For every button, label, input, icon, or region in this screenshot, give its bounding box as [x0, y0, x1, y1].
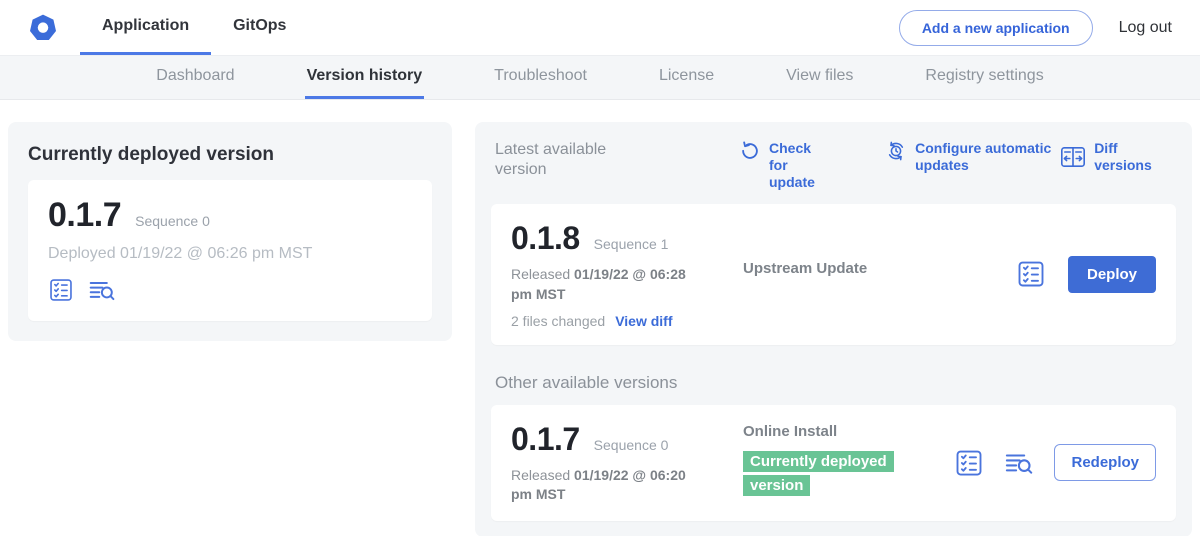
files-changed-label: 2 files changed: [511, 313, 605, 329]
subnav-item-registry-settings[interactable]: Registry settings: [923, 56, 1045, 99]
available-versions-panel: Latest available version Check for updat…: [475, 122, 1192, 536]
diff-versions-link[interactable]: Diff versions: [1060, 140, 1172, 174]
schedule-update-icon: [885, 140, 907, 162]
latest-sequence-label: Sequence 1: [594, 236, 669, 252]
tab-gitops[interactable]: GitOps: [211, 0, 308, 55]
config-checklist-icon[interactable]: [954, 448, 984, 478]
currently-deployed-badge: Currently deployed version: [743, 451, 894, 496]
config-checklist-icon[interactable]: [1016, 259, 1046, 289]
config-checklist-icon[interactable]: [48, 277, 74, 303]
subnav-item-dashboard[interactable]: Dashboard: [154, 56, 236, 99]
redeploy-button[interactable]: Redeploy: [1054, 444, 1156, 481]
view-diff-link[interactable]: View diff: [615, 313, 672, 329]
latest-available-title: Latest available version: [491, 140, 623, 180]
latest-released-timestamp: Released 01/19/22 @ 06:28 pm MST: [511, 265, 693, 304]
currently-deployed-panel: Currently deployed version 0.1.7 Sequenc…: [8, 122, 452, 341]
other-versions-title: Other available versions: [495, 373, 1176, 393]
currently-deployed-title: Currently deployed version: [28, 144, 432, 166]
tab-gitops-label: GitOps: [233, 17, 286, 35]
subnav-item-troubleshoot[interactable]: Troubleshoot: [492, 56, 589, 99]
other-released-timestamp: Released 01/19/22 @ 06:20 pm MST: [511, 466, 693, 505]
check-for-update-link[interactable]: Check for update: [739, 140, 833, 190]
other-version-source: Online Install: [743, 423, 954, 440]
released-prefix: Released: [511, 467, 570, 483]
deploy-button[interactable]: Deploy: [1068, 256, 1156, 293]
subnav-item-view-files[interactable]: View files: [784, 56, 855, 99]
main-content: Currently deployed version 0.1.7 Sequenc…: [0, 100, 1200, 536]
tab-application[interactable]: Application: [80, 0, 211, 55]
other-sequence-label: Sequence 0: [594, 437, 669, 453]
configure-automatic-updates-link[interactable]: Configure automatic updates: [885, 140, 1060, 174]
other-version-number: 0.1.7: [511, 421, 580, 458]
subnav-item-version-history[interactable]: Version history: [305, 56, 425, 99]
add-new-application-button[interactable]: Add a new application: [899, 10, 1093, 46]
top-navbar: Application GitOps Add a new application…: [0, 0, 1200, 56]
deployed-timestamp: Deployed 01/19/22 @ 06:26 pm MST: [48, 245, 412, 263]
deploy-logs-icon[interactable]: [1004, 449, 1034, 477]
check-for-update-label: Check for update: [769, 140, 833, 190]
diff-icon: [1060, 145, 1086, 169]
latest-version-number: 0.1.8: [511, 220, 580, 257]
subnav-item-license[interactable]: License: [657, 56, 716, 99]
app-logo[interactable]: [0, 0, 80, 55]
refresh-icon: [739, 140, 761, 162]
released-prefix: Released: [511, 266, 570, 282]
currently-deployed-card: 0.1.7 Sequence 0 Deployed 01/19/22 @ 06:…: [28, 180, 432, 321]
tab-application-label: Application: [102, 17, 189, 35]
latest-version-card: 0.1.8 Sequence 1 Released 01/19/22 @ 06:…: [491, 204, 1176, 344]
logout-link[interactable]: Log out: [1119, 19, 1172, 37]
configure-automatic-updates-label: Configure automatic updates: [915, 140, 1060, 174]
deployed-version-number: 0.1.7: [48, 196, 121, 235]
secondary-navbar: Dashboard Version history Troubleshoot L…: [0, 56, 1200, 100]
deploy-logs-icon[interactable]: [88, 277, 116, 303]
diff-versions-label: Diff versions: [1094, 140, 1172, 174]
other-version-card: 0.1.7 Sequence 0 Released 01/19/22 @ 06:…: [491, 405, 1176, 521]
kots-logo-icon: [28, 13, 58, 43]
latest-version-source: Upstream Update: [743, 220, 1016, 277]
deployed-sequence-label: Sequence 0: [135, 213, 210, 229]
